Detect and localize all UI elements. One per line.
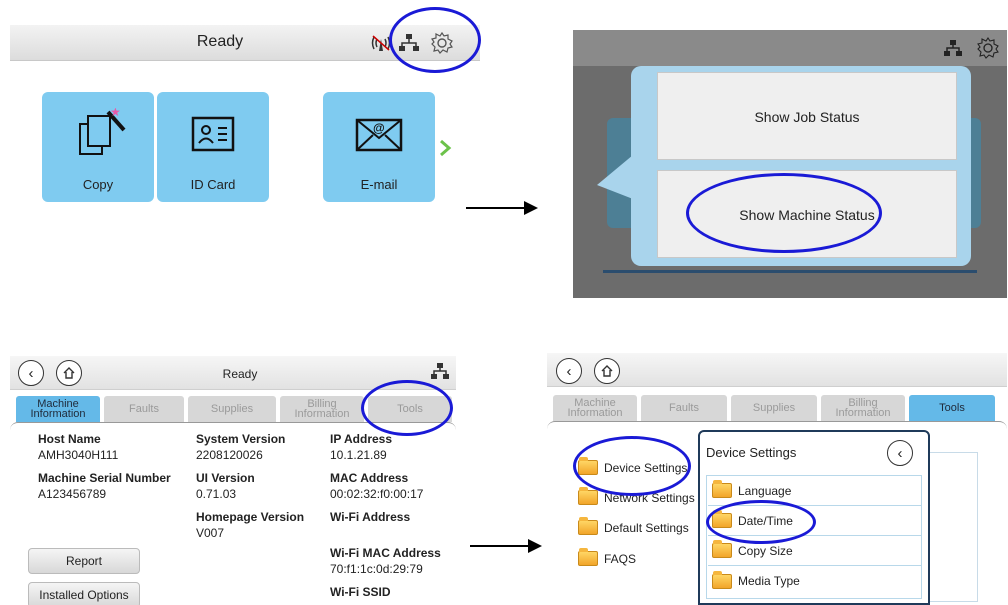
folder-device-settings[interactable]: Device Settings	[578, 457, 688, 475]
folder-icon	[712, 480, 732, 498]
home-icon	[63, 367, 75, 379]
status-text: Ready	[196, 33, 244, 50]
wifi-off-icon	[371, 35, 391, 51]
back-icon: ‹	[28, 364, 34, 382]
report-button[interactable]: Report	[28, 548, 140, 574]
status-bar	[573, 30, 1007, 66]
tab-supplies[interactable]: Supplies	[188, 396, 276, 422]
wifi-address-label: Wi-Fi Address	[330, 510, 411, 524]
status-bar: Ready	[10, 25, 480, 61]
tab-faults[interactable]: Faults	[641, 395, 727, 421]
copy-label: Copy	[82, 177, 114, 192]
folder-icon	[712, 540, 732, 558]
folder-icon	[578, 487, 598, 505]
folder-label: FAQS	[604, 551, 637, 566]
id-card-tile[interactable]: ID Card	[157, 92, 269, 202]
folder-label: Default Settings	[604, 520, 689, 535]
system-version-label: System Version	[196, 432, 286, 446]
back-icon: ‹	[566, 362, 572, 380]
list-panel-edge	[930, 452, 978, 602]
ui-version-value: 0.71.03	[196, 487, 237, 501]
folder-label: Network Settings	[604, 490, 695, 505]
installed-options-button[interactable]: Installed Options	[28, 582, 140, 605]
status-text: Ready	[222, 367, 258, 381]
tab-faults[interactable]: Faults	[104, 396, 184, 422]
flow-arrow-2	[470, 539, 542, 553]
network-icon	[399, 34, 419, 51]
id-card-label: ID Card	[190, 177, 236, 192]
popup-pointer	[597, 155, 633, 199]
email-tile[interactable]: @ E-mail	[323, 92, 435, 202]
folder-icon	[712, 570, 732, 589]
folder-icon	[578, 457, 598, 475]
item-language[interactable]: Language	[708, 476, 922, 506]
tab-billing-information[interactable]: Billing Information	[821, 395, 905, 421]
chevron-right-icon[interactable]	[438, 138, 452, 158]
item-media-type[interactable]: Media Type	[708, 566, 922, 596]
show-job-status-button[interactable]: Show Job Status	[657, 72, 957, 160]
homepage-version-value: V007	[196, 526, 225, 540]
folder-icon	[578, 517, 598, 535]
item-label: Copy Size	[738, 543, 793, 558]
item-date-time[interactable]: Date/Time	[708, 506, 922, 536]
item-label: Language	[738, 483, 792, 498]
folder-default-settings[interactable]: Default Settings	[578, 517, 689, 535]
back-icon: ‹	[897, 444, 903, 462]
folder-label: Device Settings	[604, 460, 688, 475]
tab-tools[interactable]: Tools	[368, 396, 452, 422]
settings-gear-icon[interactable]	[977, 37, 999, 59]
system-version-value: 2208120026	[196, 448, 263, 462]
status-popup-screen: Show Job Status Show Machine Status	[573, 30, 1007, 298]
svg-text:@: @	[373, 121, 385, 135]
wifi-ssid-label: Wi-Fi SSID	[330, 585, 391, 599]
network-icon	[944, 40, 962, 56]
ip-address-value: 10.1.21.89	[330, 448, 387, 462]
network-icon	[431, 363, 449, 379]
item-label: Date/Time	[738, 513, 793, 528]
id-card-icon	[191, 116, 235, 152]
tab-machine-information[interactable]: Machine Information	[553, 395, 637, 421]
tab-machine-information[interactable]: Machine Information	[16, 396, 100, 422]
copy-icon: ★	[79, 108, 126, 155]
tab-billing-information[interactable]: Billing Information	[280, 396, 364, 422]
back-button[interactable]: ‹	[556, 358, 582, 384]
ip-address-label: IP Address	[330, 432, 393, 446]
mac-address-label: MAC Address	[330, 471, 409, 485]
show-machine-status-button[interactable]: Show Machine Status	[657, 170, 957, 258]
serial-label: Machine Serial Number	[38, 471, 171, 485]
wifi-mac-value: 70:f1:1c:0d:29:79	[330, 562, 423, 576]
popup-back-button[interactable]: ‹	[887, 440, 913, 466]
tab-tools[interactable]: Tools	[909, 395, 995, 421]
item-copy-size[interactable]: Copy Size	[708, 536, 922, 566]
popup-title: Device Settings	[706, 445, 797, 460]
settings-gear-icon[interactable]	[430, 31, 454, 55]
home-icon	[601, 365, 613, 377]
homepage-version-label: Homepage Version	[196, 510, 305, 524]
home-button[interactable]	[594, 358, 620, 384]
email-icon: @	[355, 118, 403, 152]
folder-icon	[578, 548, 598, 566]
folder-icon	[712, 510, 732, 528]
ui-version-label: UI Version	[196, 471, 255, 485]
item-label: Media Type	[738, 574, 800, 588]
mac-address-value: 00:02:32:f0:00:17	[330, 487, 424, 501]
folder-faqs[interactable]: FAQS	[578, 548, 637, 566]
copy-tile[interactable]: ★ Copy	[42, 92, 154, 202]
home-button[interactable]	[56, 360, 82, 386]
tab-supplies[interactable]: Supplies	[731, 395, 817, 421]
host-name-value: AMH3040H111	[38, 448, 119, 462]
serial-value: A123456789	[38, 487, 107, 501]
flow-arrow-1	[466, 201, 538, 215]
email-label: E-mail	[360, 177, 398, 192]
svg-text:★: ★	[110, 108, 121, 119]
wifi-mac-label: Wi-Fi MAC Address	[330, 546, 441, 560]
progress-line	[603, 270, 977, 273]
back-button[interactable]: ‹	[18, 360, 44, 386]
folder-network-settings[interactable]: Network Settings	[578, 487, 695, 505]
host-name-label: Host Name	[38, 432, 101, 446]
